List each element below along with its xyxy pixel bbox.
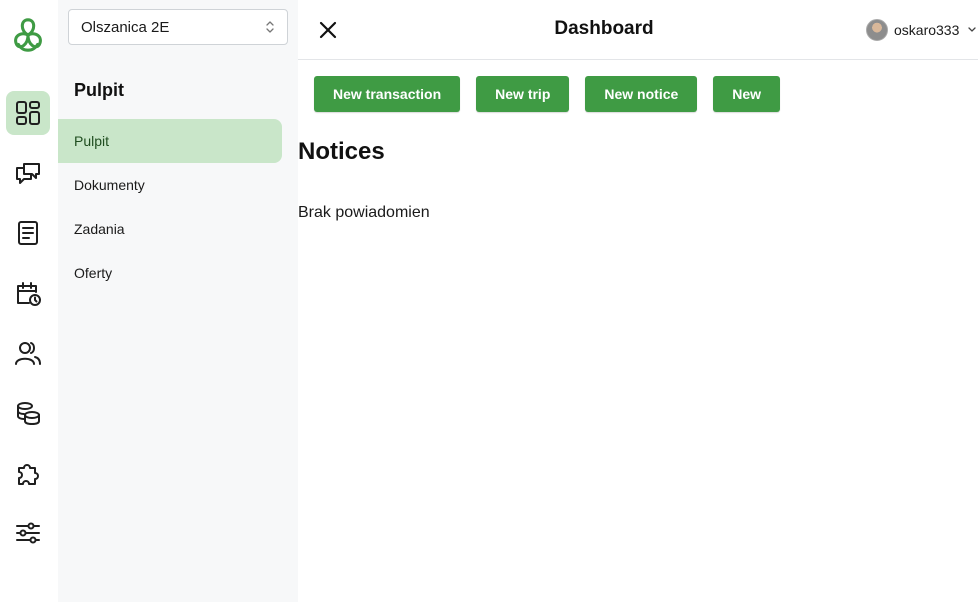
page-title: Dashboard [554,18,654,39]
notices-empty-message: Brak powiadomien [298,204,430,221]
sidebar-item-label: Pulpit [74,133,110,149]
new-notice-button[interactable]: New notice [585,76,698,112]
chat-icon [16,163,40,184]
rail-settings-button[interactable] [6,511,50,555]
rail-integrations-button[interactable] [6,451,50,495]
dashboard-icon [16,101,40,125]
puzzle-icon [18,464,39,485]
secondary-sidebar: Olszanica 2E Pulpit Pulpit Dokumenty Zad… [58,0,298,602]
organization-select-value: Olszanica 2E [81,18,170,36]
rail-documents-button[interactable] [6,211,50,255]
action-bar: New transaction New trip New notice New [314,76,781,112]
coins-icon [17,402,40,425]
organization-select[interactable]: Olszanica 2E [68,9,288,45]
users-icon [15,342,41,365]
rail-calendar-button[interactable] [6,271,50,315]
sidebar-item-zadania[interactable]: Zadania [58,207,282,251]
sidebar-item-pulpit[interactable]: Pulpit [58,119,282,163]
sidebar-item-label: Oferty [74,265,113,281]
sidebar-section-title: Pulpit [74,80,124,100]
icon-rail [0,0,58,602]
document-icon [18,221,38,245]
sidebar-item-label: Dokumenty [74,177,145,193]
sidebar-item-label: Zadania [74,221,125,237]
rail-chat-button[interactable] [6,151,50,195]
new-trip-button[interactable]: New trip [476,76,570,112]
avatar [866,19,888,41]
top-header: Dashboard oskaro333 [298,0,978,60]
select-updown-icon [266,21,274,33]
calendar-clock-icon [17,282,41,306]
sliders-icon [16,522,40,544]
rail-dashboard-button[interactable] [6,91,50,135]
chevron-down-icon [968,27,977,32]
user-menu[interactable]: oskaro333 [866,18,977,42]
username: oskaro333 [894,22,960,38]
new-button[interactable]: New [713,76,781,112]
sidebar-item-oferty[interactable]: Oferty [58,251,282,295]
rail-users-button[interactable] [6,331,50,375]
new-transaction-button[interactable]: New transaction [314,76,461,112]
sidebar-item-dokumenty[interactable]: Dokumenty [58,163,282,207]
notices-heading: Notices [298,138,385,165]
app-logo[interactable] [9,16,47,54]
rail-finance-button[interactable] [6,391,50,435]
